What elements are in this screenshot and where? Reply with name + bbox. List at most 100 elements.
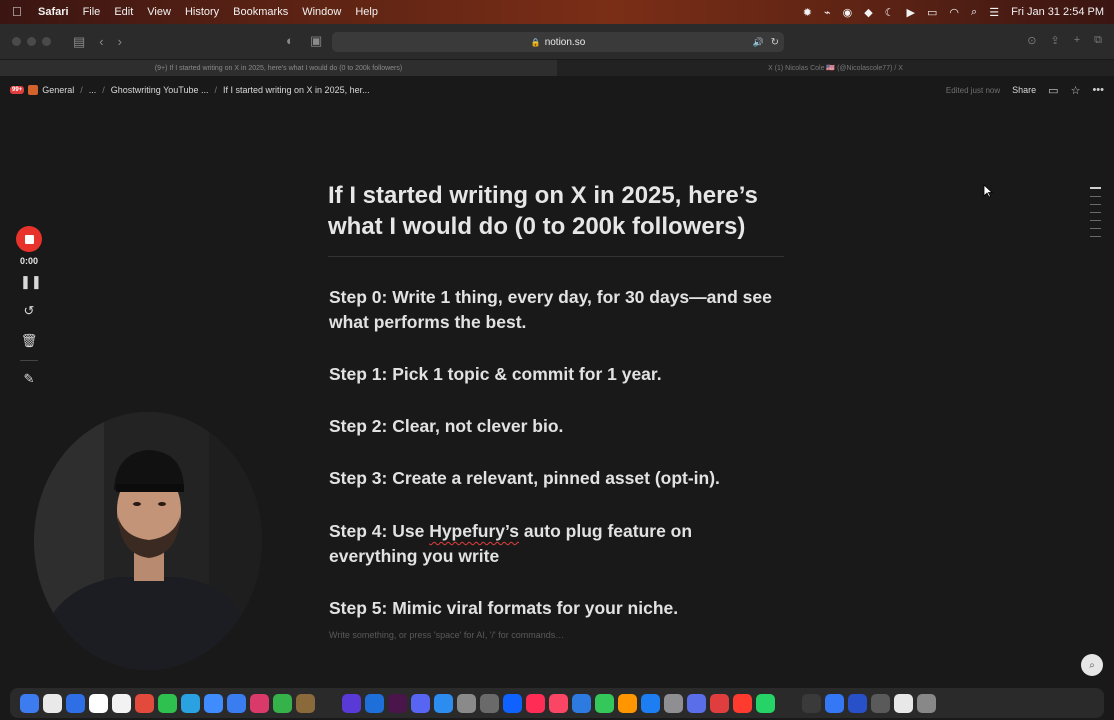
breadcrumb-current-page[interactable]: If I started writing on X in 2025, her..…	[223, 85, 370, 95]
new-tab-icon[interactable]: +	[1074, 34, 1080, 47]
safari-icon[interactable]	[434, 693, 453, 713]
eye-icon[interactable]: ◆	[864, 6, 872, 19]
facetime-icon[interactable]	[273, 693, 292, 713]
comments-icon[interactable]: ▭	[1048, 84, 1058, 97]
menu-history[interactable]: History	[185, 6, 219, 18]
menu-view[interactable]: View	[147, 6, 171, 18]
terminal-icon[interactable]	[779, 693, 798, 713]
menu-help[interactable]: Help	[355, 6, 378, 18]
share-icon[interactable]: ⇪	[1050, 34, 1059, 47]
zoom-icon[interactable]	[227, 693, 246, 713]
menu-edit[interactable]: Edit	[114, 6, 133, 18]
numbers-icon[interactable]	[595, 693, 614, 713]
todo-icon[interactable]	[66, 693, 85, 713]
audio-playing-icon[interactable]: 🔊	[753, 37, 764, 48]
tv-icon[interactable]	[480, 693, 499, 713]
draw-effects-icon[interactable]: ✎	[20, 370, 38, 388]
discord-icon[interactable]	[411, 693, 430, 713]
pause-icon[interactable]: ❚❚	[20, 273, 42, 291]
sun-icon[interactable]: ✹	[803, 6, 812, 19]
breadcrumb-ellipsis[interactable]: ...	[89, 85, 97, 95]
reminders-icon[interactable]	[733, 693, 752, 713]
reload-icon[interactable]: ↻	[771, 37, 779, 48]
settings-icon[interactable]	[457, 693, 476, 713]
obsidian-icon[interactable]	[342, 693, 361, 713]
step-4-text[interactable]: Step 4: Use Hypefury’s auto plug feature…	[329, 519, 779, 569]
webcam-bubble[interactable]	[34, 412, 262, 670]
tab-x-profile[interactable]: X (1) Nicolas Cole 🇺🇸 (@Nicolascole77) /…	[557, 60, 1114, 76]
menubar-clock[interactable]: Fri Jan 31 2:54 PM	[1011, 6, 1104, 18]
step-2-text[interactable]: Step 2: Clear, not clever bio.	[329, 414, 779, 439]
trash-icon[interactable]: 🗑	[20, 332, 38, 350]
step-1-text[interactable]: Step 1: Pick 1 topic & commit for 1 year…	[329, 362, 779, 387]
zoom-lens-button[interactable]: ⌕	[1081, 654, 1103, 676]
slack-icon[interactable]	[388, 693, 407, 713]
control-center-icon[interactable]: ☰	[989, 6, 999, 19]
word-icon[interactable]	[848, 693, 867, 713]
podcasts-icon[interactable]	[526, 693, 545, 713]
downloads-icon[interactable]: ⊙	[1027, 34, 1036, 47]
menu-bookmarks[interactable]: Bookmarks	[233, 6, 288, 18]
record-icon[interactable]: ◉	[843, 6, 853, 19]
share-button[interactable]: Share	[1012, 85, 1036, 95]
telegram-icon[interactable]	[181, 693, 200, 713]
photos-icon[interactable]	[89, 693, 108, 713]
wifi-icon[interactable]: ◠	[949, 6, 959, 19]
stop-recording-button[interactable]	[16, 226, 42, 252]
finder-icon[interactable]	[20, 693, 39, 713]
step-5-text[interactable]: Step 5: Mimic viral formats for your nic…	[329, 596, 779, 621]
moon-icon[interactable]: ☾	[885, 6, 895, 19]
search-icon[interactable]: ⌕	[971, 6, 977, 19]
sidebar-toggle-icon[interactable]: ▤	[73, 34, 85, 50]
minimize-window-button[interactable]	[27, 37, 36, 46]
vpn-icon[interactable]	[825, 693, 844, 713]
apple-menu-icon[interactable]: 	[12, 5, 26, 19]
play-icon[interactable]: ▶	[907, 6, 915, 19]
app-store-icon[interactable]	[365, 693, 384, 713]
pages-icon[interactable]	[618, 693, 637, 713]
breadcrumb-ghostwriting[interactable]: Ghostwriting YouTube ...	[111, 85, 209, 95]
trash-bin-icon[interactable]	[917, 693, 936, 713]
step-0-text[interactable]: Step 0: Write 1 thing, every day, for 30…	[329, 285, 779, 335]
keynote-icon[interactable]	[572, 693, 591, 713]
back-icon[interactable]: ‹	[99, 34, 103, 49]
privacy-shield-icon[interactable]: ◐	[286, 33, 294, 48]
forward-icon[interactable]: ›	[118, 34, 122, 49]
whatsapp-icon[interactable]	[756, 693, 775, 713]
address-bar[interactable]: 🔒 notion.so 🔊 ↻	[332, 32, 784, 52]
zoom-window-button[interactable]	[42, 37, 51, 46]
page-title[interactable]: If I started writing on X in 2025, here’…	[328, 180, 788, 242]
menu-window[interactable]: Window	[302, 6, 341, 18]
figma-icon[interactable]	[319, 693, 338, 713]
notification-badge[interactable]: 99+	[10, 86, 25, 94]
calendar-app-icon[interactable]	[710, 693, 729, 713]
table-of-contents-outline[interactable]	[1090, 187, 1101, 237]
mail-icon[interactable]	[204, 693, 223, 713]
breadcrumb-general[interactable]: General	[42, 85, 74, 95]
tab-notion[interactable]: (9+) If I started writing on X in 2025, …	[0, 60, 557, 76]
preview-icon[interactable]	[664, 693, 683, 713]
tab-overview-icon[interactable]: ⧉	[1094, 34, 1102, 47]
chrome-icon[interactable]	[135, 693, 154, 713]
broadcast-icon[interactable]: ⌁	[824, 6, 831, 19]
app-icon[interactable]	[503, 693, 522, 713]
menu-app-name[interactable]: Safari	[38, 6, 69, 18]
favorite-star-icon[interactable]: ☆	[1071, 84, 1081, 97]
editor-placeholder[interactable]: Write something, or press 'space' for AI…	[329, 630, 564, 640]
menu-file[interactable]: File	[83, 6, 101, 18]
more-options-icon[interactable]: •••	[1092, 84, 1104, 96]
battery-icon[interactable]: ▭	[927, 6, 937, 19]
music-icon[interactable]	[549, 693, 568, 713]
utility-icon[interactable]	[687, 693, 706, 713]
music-app-icon[interactable]	[250, 693, 269, 713]
step-3-text[interactable]: Step 3: Create a relevant, pinned asset …	[329, 466, 779, 491]
downloads-folder-icon[interactable]	[871, 693, 890, 713]
page-settings-icon[interactable]: ▣	[310, 33, 322, 49]
calendar-icon[interactable]	[112, 693, 131, 713]
messages-icon[interactable]	[158, 693, 177, 713]
documents-folder-icon[interactable]	[894, 693, 913, 713]
notes-icon[interactable]	[43, 693, 62, 713]
activity-monitor-icon[interactable]	[802, 693, 821, 713]
xcode-icon[interactable]	[641, 693, 660, 713]
close-window-button[interactable]	[12, 37, 21, 46]
